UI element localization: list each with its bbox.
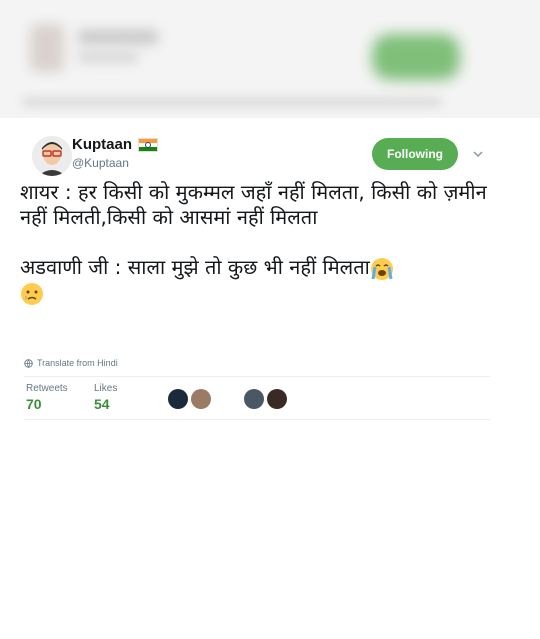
tweet-text: शायर : हर किसी को मुकम्मल जहाँ नहीं मिलत…	[20, 180, 490, 306]
blurred-button	[372, 34, 460, 80]
translate-label: Translate from Hindi	[37, 358, 118, 368]
liker-avatar[interactable]	[267, 389, 287, 409]
retweets-stat[interactable]: Retweets 70	[26, 383, 68, 412]
likes-stat[interactable]: Likes 54	[94, 383, 117, 412]
following-button[interactable]: Following	[372, 138, 458, 170]
blurred-text	[78, 52, 138, 62]
blurred-text	[78, 30, 158, 44]
blurred-line	[22, 98, 442, 106]
loudly-crying-face-icon	[370, 257, 393, 280]
chevron-down-icon[interactable]	[472, 148, 484, 160]
likes-label: Likes	[94, 383, 118, 394]
blurred-avatar	[30, 24, 64, 72]
avatar-icon	[32, 136, 72, 176]
user-name-row: Kuptaan	[72, 136, 158, 153]
crying-face-icon	[21, 283, 43, 305]
retweets-count: 70	[26, 396, 42, 412]
liker-avatar[interactable]	[168, 389, 188, 409]
likes-count: 54	[94, 396, 110, 412]
india-flag-icon	[138, 137, 158, 152]
avatar[interactable]	[32, 136, 72, 176]
globe-icon	[24, 358, 33, 368]
user-name[interactable]: Kuptaan	[72, 136, 132, 153]
retweets-label: Retweets	[26, 383, 68, 394]
tweet-line: शायर : हर किसी को मुकम्मल जहाँ नहीं मिलत…	[20, 180, 487, 229]
liker-avatars	[168, 389, 290, 409]
tweet-line: अडवाणी जी : साला मुझे तो कुछ भी नहीं मिल…	[20, 255, 370, 279]
liker-avatar[interactable]	[244, 389, 264, 409]
blurred-header	[0, 0, 540, 118]
translate-link[interactable]: Translate from Hindi	[24, 358, 118, 368]
liker-avatar[interactable]	[191, 389, 211, 409]
tweet-stats: Retweets 70 Likes 54	[24, 376, 490, 420]
user-handle[interactable]: @Kuptaan	[72, 156, 129, 170]
